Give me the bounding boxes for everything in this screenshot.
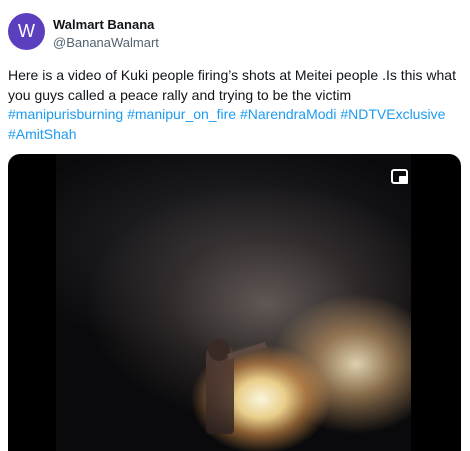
- author-info: Walmart Banana @BananaWalmart: [53, 17, 159, 51]
- hashtag-manipur-on-fire[interactable]: #manipur_on_fire: [127, 106, 236, 122]
- tweet-text: Here is a video of Kuki people firing’s …: [8, 66, 462, 144]
- hashtag-amitshah[interactable]: #AmitShah: [8, 126, 76, 142]
- author-handle[interactable]: @BananaWalmart: [53, 35, 159, 51]
- hashtag-ndtvexclusive[interactable]: #NDTVExclusive: [340, 106, 445, 122]
- video-player[interactable]: [8, 154, 461, 451]
- hashtag-manipurisburning[interactable]: #manipurisburning: [8, 106, 123, 122]
- avatar[interactable]: W: [8, 13, 45, 50]
- tweet-card: W Walmart Banana @BananaWalmart Here is …: [0, 0, 470, 451]
- video-frame[interactable]: [56, 154, 411, 451]
- tweet-body: Here is a video of Kuki people firing’s …: [8, 67, 456, 103]
- hashtag-narendramodi[interactable]: #NarendraModi: [240, 106, 337, 122]
- video-figure-head: [208, 339, 230, 361]
- author-display-name[interactable]: Walmart Banana: [53, 17, 159, 33]
- picture-in-picture-icon[interactable]: [389, 166, 411, 188]
